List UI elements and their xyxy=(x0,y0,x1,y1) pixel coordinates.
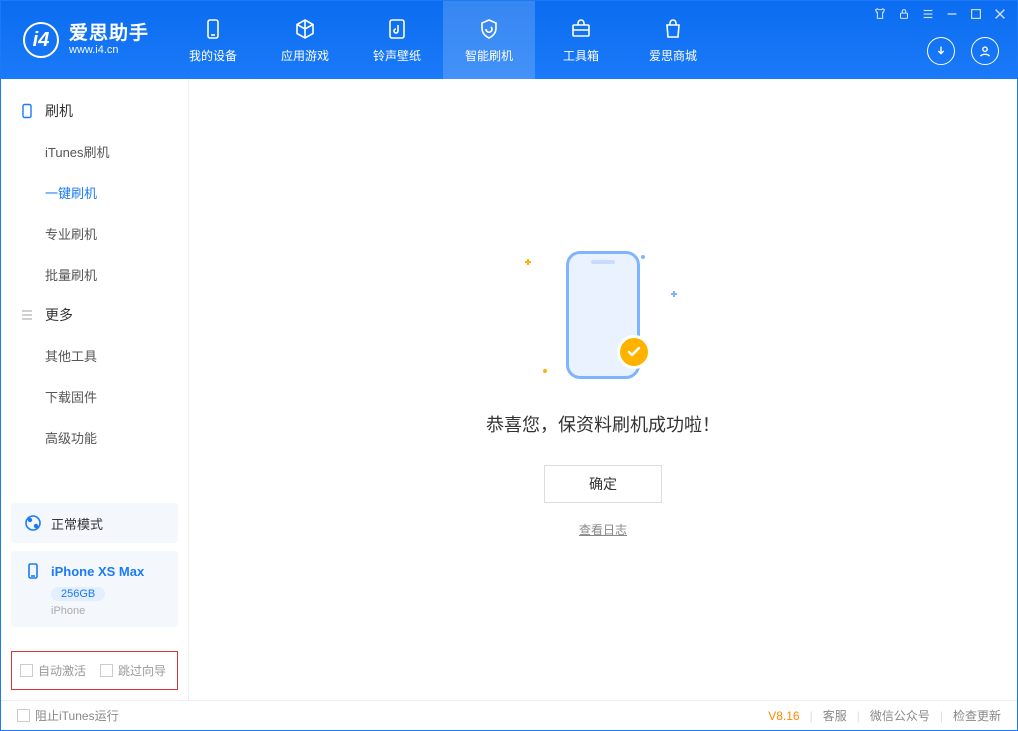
main-content: 恭喜您，保资料刷机成功啦！ 确定 查看日志 xyxy=(189,79,1017,700)
footer-link-update[interactable]: 检查更新 xyxy=(953,707,1001,724)
tab-label: 智能刷机 xyxy=(465,47,513,64)
bag-icon xyxy=(661,17,685,41)
tab-my-device[interactable]: 我的设备 xyxy=(167,1,259,79)
device-card[interactable]: iPhone XS Max 256GB iPhone xyxy=(11,551,178,627)
device-type: iPhone xyxy=(51,605,85,617)
device-icon xyxy=(201,17,225,41)
success-message: 恭喜您，保资料刷机成功啦！ xyxy=(486,411,720,437)
checkbox-box-icon xyxy=(20,664,33,677)
sidebar-item-oneclick-flash[interactable]: 一键刷机 xyxy=(1,172,188,213)
cube-icon xyxy=(293,17,317,41)
sidebar-item-download-firmware[interactable]: 下载固件 xyxy=(1,376,188,417)
download-icon[interactable] xyxy=(927,37,955,65)
user-icon[interactable] xyxy=(971,37,999,65)
app-body: 刷机 iTunes刷机 一键刷机 专业刷机 批量刷机 更多 其他工具 下载固件 … xyxy=(1,79,1017,700)
lock-icon[interactable] xyxy=(897,7,911,21)
tab-label: 铃声壁纸 xyxy=(373,47,421,64)
device-phone-icon xyxy=(23,561,43,581)
sidebar-item-batch-flash[interactable]: 批量刷机 xyxy=(1,254,188,295)
view-log-link[interactable]: 查看日志 xyxy=(579,521,627,538)
success-illustration xyxy=(513,241,693,391)
highlighted-checkbox-row: 自动激活 跳过向导 xyxy=(11,651,178,690)
nav-group-label: 更多 xyxy=(45,305,73,325)
footer-link-wechat[interactable]: 微信公众号 xyxy=(870,707,930,724)
app-name-cn: 爱思助手 xyxy=(69,24,149,45)
nav-group-label: 刷机 xyxy=(45,101,73,121)
logo-area: i4 爱思助手 www.i4.cn xyxy=(1,22,167,58)
minimize-icon[interactable] xyxy=(945,7,959,21)
tab-label: 工具箱 xyxy=(563,47,599,64)
tab-label: 应用游戏 xyxy=(281,47,329,64)
footer-right: V8.16 | 客服 | 微信公众号 | 检查更新 xyxy=(768,707,1001,724)
nav-group-flash: 刷机 xyxy=(1,91,188,131)
checkbox-box-icon xyxy=(100,664,113,677)
window-controls xyxy=(873,7,1007,21)
list-icon xyxy=(19,307,35,323)
maximize-icon[interactable] xyxy=(969,7,983,21)
tab-toolbox[interactable]: 工具箱 xyxy=(535,1,627,79)
app-logo-icon: i4 xyxy=(23,22,59,58)
checkbox-box-icon xyxy=(17,709,30,722)
toolbox-icon xyxy=(569,17,593,41)
logo-text: 爱思助手 www.i4.cn xyxy=(69,24,149,57)
confirm-button[interactable]: 确定 xyxy=(544,465,662,503)
checkbox-label: 自动激活 xyxy=(38,662,86,679)
music-file-icon xyxy=(385,17,409,41)
tab-smart-flash[interactable]: 智能刷机 xyxy=(443,1,535,79)
version-label: V8.16 xyxy=(768,709,799,723)
nav-group-more: 更多 xyxy=(1,295,188,335)
sidebar-item-pro-flash[interactable]: 专业刷机 xyxy=(1,213,188,254)
menu-icon[interactable] xyxy=(921,7,935,21)
sidebar-item-other-tools[interactable]: 其他工具 xyxy=(1,335,188,376)
checkbox-block-itunes[interactable]: 阻止iTunes运行 xyxy=(17,707,119,724)
sidebar-nav: 刷机 iTunes刷机 一键刷机 专业刷机 批量刷机 更多 其他工具 下载固件 … xyxy=(1,79,188,493)
checkbox-skip-guide[interactable]: 跳过向导 xyxy=(100,662,166,679)
mode-label: 正常模式 xyxy=(51,514,103,533)
checkbox-label: 阻止iTunes运行 xyxy=(35,707,119,724)
shield-refresh-icon xyxy=(477,17,501,41)
app-header: i4 爱思助手 www.i4.cn 我的设备 应用游戏 铃声壁纸 智能刷机 工具… xyxy=(1,1,1017,79)
main-tabs: 我的设备 应用游戏 铃声壁纸 智能刷机 工具箱 爱思商城 xyxy=(167,1,719,79)
mode-card[interactable]: 正常模式 xyxy=(11,503,178,543)
app-name-en: www.i4.cn xyxy=(69,44,149,56)
phone-outline-icon xyxy=(19,103,35,119)
tab-label: 我的设备 xyxy=(189,47,237,64)
tab-store[interactable]: 爱思商城 xyxy=(627,1,719,79)
sidebar-item-advanced[interactable]: 高级功能 xyxy=(1,417,188,458)
footer-link-service[interactable]: 客服 xyxy=(823,707,847,724)
close-icon[interactable] xyxy=(993,7,1007,21)
header-right-icons xyxy=(927,37,999,65)
tab-apps-games[interactable]: 应用游戏 xyxy=(259,1,351,79)
checkbox-label: 跳过向导 xyxy=(118,662,166,679)
tshirt-icon[interactable] xyxy=(873,7,887,21)
storage-badge: 256GB xyxy=(51,587,105,601)
checkmark-badge-icon xyxy=(617,335,651,369)
tab-label: 爱思商城 xyxy=(649,47,697,64)
mode-icon xyxy=(23,513,43,533)
checkbox-auto-activate[interactable]: 自动激活 xyxy=(20,662,86,679)
device-cards: 正常模式 iPhone XS Max 256GB iPhone xyxy=(1,493,188,645)
status-bar: 阻止iTunes运行 V8.16 | 客服 | 微信公众号 | 检查更新 xyxy=(1,700,1017,730)
sidebar: 刷机 iTunes刷机 一键刷机 专业刷机 批量刷机 更多 其他工具 下载固件 … xyxy=(1,79,189,700)
tab-ringtone-wallpaper[interactable]: 铃声壁纸 xyxy=(351,1,443,79)
sidebar-item-itunes-flash[interactable]: iTunes刷机 xyxy=(1,131,188,172)
device-name: iPhone XS Max xyxy=(51,564,144,579)
